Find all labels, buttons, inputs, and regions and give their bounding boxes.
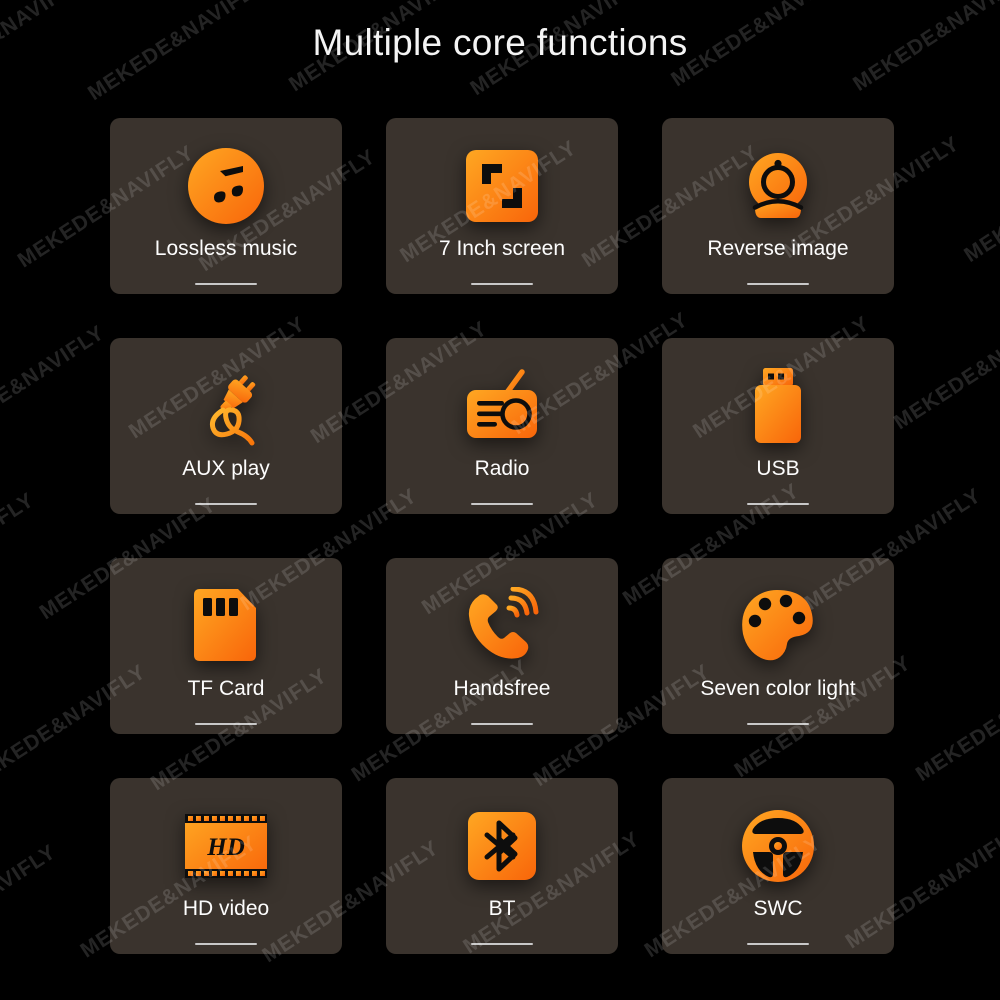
- card-underline: [195, 943, 257, 945]
- feature-card-reverse-image[interactable]: Reverse image: [662, 118, 894, 294]
- plug-cable-icon: [186, 363, 266, 449]
- feature-label: SWC: [753, 897, 803, 920]
- feature-label: Reverse image: [707, 237, 849, 260]
- feature-label: Handsfree: [453, 677, 551, 700]
- watermark-text: MEKEDE&NAVIFLY: [0, 321, 109, 453]
- watermark-text: MEKEDE&NAVIFLY: [890, 303, 1000, 435]
- feature-label: USB: [756, 457, 800, 480]
- feature-card-7-inch-screen[interactable]: 7 Inch screen: [386, 118, 618, 294]
- watermark-text: MEKEDE&NAVIFLY: [0, 488, 39, 620]
- feature-card-aux-play[interactable]: AUX play: [110, 338, 342, 514]
- phone-handset-icon: [462, 583, 542, 669]
- feature-label: HD video: [182, 897, 270, 920]
- feature-label: AUX play: [182, 457, 270, 480]
- card-underline: [747, 943, 809, 945]
- card-underline: [195, 723, 257, 725]
- feature-label: BT: [488, 897, 516, 920]
- music-note-icon: [187, 143, 265, 229]
- webcam-icon: [738, 143, 818, 229]
- feature-label: Radio: [474, 457, 530, 480]
- feature-label: Lossless music: [154, 237, 298, 260]
- card-underline: [195, 503, 257, 505]
- card-underline: [747, 283, 809, 285]
- paint-palette-icon: [741, 583, 815, 669]
- watermark-text: MEKEDE&NAVIFLY: [0, 840, 61, 972]
- feature-grid: Lossless music 7 Inch screen Reverse ima…: [110, 118, 894, 954]
- screen-corners-icon: [466, 143, 538, 229]
- page-title: Multiple core functions: [312, 22, 688, 63]
- film-strip-hd-icon: HD: [185, 803, 267, 889]
- bluetooth-icon: [468, 803, 536, 889]
- feature-label: 7 Inch screen: [438, 237, 566, 260]
- feature-label: TF Card: [187, 677, 265, 700]
- feature-card-tf-card[interactable]: TF Card: [110, 558, 342, 734]
- radio-icon: [460, 363, 544, 449]
- steering-wheel-icon: [741, 803, 815, 889]
- feature-card-bt[interactable]: BT: [386, 778, 618, 954]
- feature-card-swc[interactable]: SWC: [662, 778, 894, 954]
- feature-card-usb[interactable]: USB: [662, 338, 894, 514]
- hd-badge-text: HD: [206, 834, 245, 861]
- card-underline: [471, 283, 533, 285]
- feature-card-handsfree[interactable]: Handsfree: [386, 558, 618, 734]
- watermark-text: MEKEDE&NAVIFLY: [911, 654, 1000, 787]
- card-underline: [471, 503, 533, 505]
- watermark-text: MEKEDE&NAVIFLY: [960, 135, 1000, 267]
- card-underline: [747, 503, 809, 505]
- card-underline: [471, 723, 533, 725]
- feature-card-hd-video[interactable]: HD HD video: [110, 778, 342, 954]
- feature-card-lossless-music[interactable]: Lossless music: [110, 118, 342, 294]
- watermark-text: MEKEDE&NAVIFLY: [953, 994, 1000, 1000]
- usb-drive-icon: [749, 363, 807, 449]
- card-underline: [747, 723, 809, 725]
- card-underline: [471, 943, 533, 945]
- feature-label: Seven color light: [700, 677, 856, 700]
- card-underline: [195, 283, 257, 285]
- sd-card-icon: [194, 583, 258, 669]
- feature-card-radio[interactable]: Radio: [386, 338, 618, 514]
- feature-card-seven-color-light[interactable]: Seven color light: [662, 558, 894, 734]
